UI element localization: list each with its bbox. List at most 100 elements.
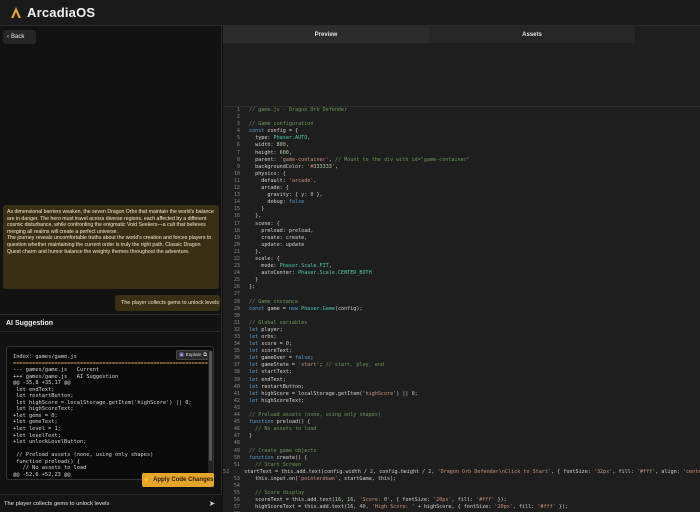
code-line: 8 parent: 'game-container', // Mount to … (223, 157, 700, 164)
code-text: physics: { (249, 170, 286, 177)
code-text: // Start Screen (255, 461, 302, 468)
line-number: 29 (233, 305, 240, 312)
line-number: 30 (233, 312, 240, 319)
code-line: 57 highScoreText = this.add.text(16, 40,… (223, 504, 700, 511)
code-text: update: update (249, 241, 305, 248)
code-line: 21 }, (223, 249, 700, 256)
code-line: 38 let startText; (223, 369, 700, 376)
code-line: 34 let score = 0; (223, 341, 700, 348)
line-number: 53 (233, 475, 240, 482)
code-text: const game = new Phaser.Game(config); (249, 305, 363, 312)
line-number: 32 (233, 326, 240, 333)
code-text: debug: false (249, 199, 305, 206)
code-text: this.input.on('pointerdown', startGame, … (249, 475, 397, 482)
code-text: let orbs; (249, 334, 277, 340)
code-line: 27 (223, 291, 700, 298)
code-text: } (249, 277, 259, 284)
line-number: 18 (233, 227, 240, 234)
code-text: // Create game objects (249, 447, 317, 454)
line-number: 14 (233, 199, 240, 206)
line-number: 31 (233, 319, 240, 326)
explain-button[interactable]: ▣ Explain ⧉ (176, 350, 210, 360)
tab-bar: Preview Assets (223, 26, 635, 43)
code-line: 42 let highScoreText; (223, 398, 700, 405)
code-line: 45 function preload() { (223, 419, 700, 426)
code-line: 37 let gameState = 'start'; // start, pla… (223, 362, 700, 369)
line-number: 50 (233, 454, 240, 461)
code-line: 18 preload: preload, (223, 228, 700, 235)
code-line: 2 (223, 114, 700, 121)
tab-preview[interactable]: Preview (223, 26, 429, 43)
line-number: 39 (233, 376, 240, 383)
code-line: 41 let highScore = localStorage.getItem('… (223, 391, 700, 398)
code-line: 9 backgroundColor: '#333333', (223, 164, 700, 171)
code-editor[interactable]: 1 // game.js - Dragon Orb Defender 2 3 // Ga… (223, 106, 700, 512)
code-text: default: 'arcade', (249, 177, 317, 184)
line-number: 23 (233, 263, 240, 270)
chat-input[interactable] (4, 498, 200, 510)
line-number: 17 (233, 220, 240, 227)
code-line: 31 // Global variables (223, 320, 700, 327)
line-number: 19 (233, 234, 240, 241)
apply-code-changes-button[interactable]: ⚡ Apply Code Changes (142, 473, 214, 487)
code-line: 47} (223, 433, 700, 440)
code-line: 22 scale: { (223, 256, 700, 263)
copy-icon[interactable]: ⧉ (203, 352, 206, 358)
diff-scrollbar-thumb[interactable] (209, 351, 212, 461)
code-text: // Global variables (249, 319, 308, 326)
code-text: function create() { (249, 454, 308, 461)
code-line: 23 mode: Phaser.Scale.FIT, (223, 263, 700, 270)
code-text: const config = { (249, 128, 299, 135)
code-text: // Score display (255, 490, 305, 497)
code-text: gravity: { y: 0 }, (249, 192, 323, 199)
line-number: 3 (236, 121, 240, 128)
code-text: }; (249, 284, 256, 291)
code-line: 46 // No assets to load (223, 426, 700, 433)
line-number: 10 (233, 170, 240, 177)
line-number: 38 (233, 369, 240, 376)
code-line: 25 } (223, 277, 700, 284)
line-number: 16 (233, 213, 240, 220)
explain-label: Explain (185, 352, 202, 358)
code-line: 44 // Preload assets (none, using only sh… (223, 412, 700, 419)
line-number: 51 (233, 461, 240, 468)
code-text: // Preload assets (none, using only shap… (249, 412, 381, 419)
code-line: 26}; (223, 284, 700, 291)
code-line: 55 // Score display (223, 490, 700, 497)
line-number: 49 (233, 447, 240, 454)
line-number: 5 (236, 135, 240, 142)
code-text: } (249, 433, 253, 440)
code-line: 49 // Create game objects (223, 448, 700, 455)
code-line: 5 type: Phaser.AUTO, (223, 135, 700, 142)
line-number: 37 (233, 362, 240, 369)
code-line: 20 update: update (223, 242, 700, 249)
line-number: 46 (233, 426, 240, 433)
back-button[interactable]: ‹ Back (3, 30, 36, 44)
code-text: scoreText = this.add.text(16, 16, 'Score… (249, 497, 507, 504)
code-text: highScoreText = this.add.text(16, 40, 'H… (249, 504, 569, 511)
code-line: 40 let restartButton; (223, 384, 700, 391)
line-number: 56 (233, 497, 240, 504)
code-text: parent: 'game-container', // Mount to th… (249, 156, 470, 163)
code-line: 1 // game.js - Dragon Orb Defender (223, 107, 700, 114)
code-text: let endText; (249, 376, 286, 383)
code-text: let startText; (249, 369, 292, 376)
code-line: 4 const config = { (223, 128, 700, 135)
line-number: 6 (236, 142, 240, 149)
line-number: 15 (233, 206, 240, 213)
sparkle-icon: ▣ (179, 352, 184, 358)
code-text: } (249, 206, 265, 213)
line-number: 13 (233, 192, 240, 199)
app-name: ArcadiaOS (27, 5, 96, 20)
chevron-left-icon: ‹ (7, 34, 9, 40)
code-text: type: Phaser.AUTO, (249, 135, 311, 142)
code-text: scene: { (249, 220, 280, 227)
tab-assets[interactable]: Assets (429, 26, 635, 43)
code-text: let scoreText; (249, 348, 292, 355)
send-icon[interactable]: ➤ (207, 498, 217, 509)
line-number: 4 (236, 128, 240, 135)
